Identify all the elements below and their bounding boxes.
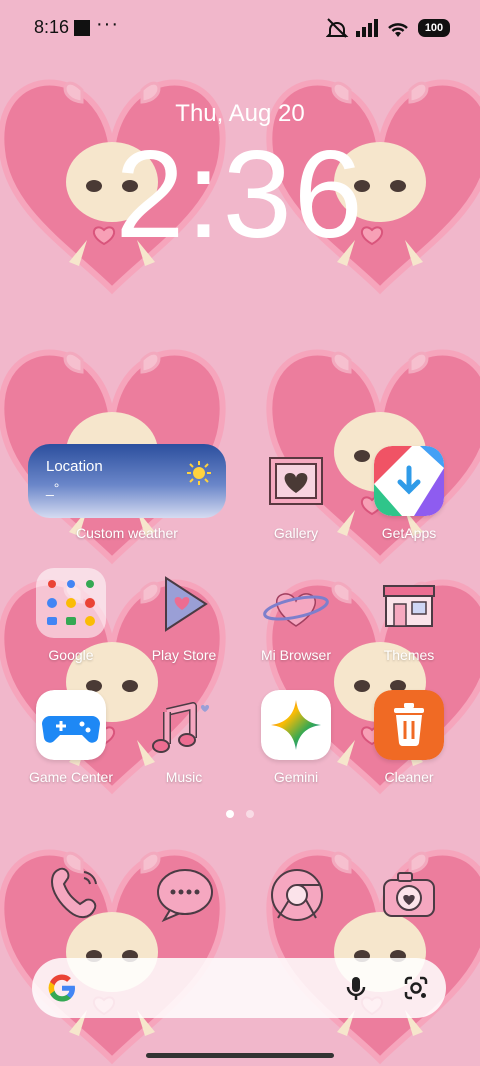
- app-label-getapps: GetApps: [381, 525, 437, 541]
- clock-time[interactable]: 2:36: [0, 130, 480, 260]
- google-search-bar[interactable]: [32, 958, 446, 1018]
- page-indicator[interactable]: [0, 810, 480, 818]
- wifi-icon: [388, 23, 408, 37]
- app-label-cleaner: Cleaner: [384, 769, 434, 785]
- battery-icon: 100: [418, 19, 450, 37]
- music-icon: [152, 702, 210, 753]
- google-logo-icon: [48, 974, 75, 1002]
- google-folder-icon: [36, 568, 106, 638]
- themes-icon: [383, 585, 435, 627]
- page-dot[interactable]: [246, 810, 254, 818]
- getapps-icon: [374, 446, 444, 516]
- cleaner-icon: [374, 690, 444, 760]
- status-overflow: ···: [96, 13, 119, 35]
- clock-date[interactable]: Thu, Aug 20: [0, 100, 480, 128]
- messages-icon[interactable]: [150, 860, 220, 930]
- status-bar: 8:16 ··· 100: [0, 0, 480, 56]
- weather-temperature: _°: [46, 480, 60, 496]
- bell-muted-icon: [326, 18, 349, 38]
- mibrowser-icon: [263, 593, 329, 627]
- gamecenter-icon: [36, 690, 106, 760]
- weather-widget[interactable]: Location _°: [28, 444, 226, 518]
- gallery-icon: [269, 457, 323, 505]
- chrome-icon[interactable]: [262, 860, 332, 930]
- status-time: 8:16: [34, 17, 70, 37]
- weather-widget-label: Custom weather: [76, 525, 178, 541]
- camera-icon[interactable]: [374, 860, 444, 930]
- signal-icon: [356, 19, 378, 37]
- weather-location: Location: [46, 458, 103, 475]
- notification-square-icon: [74, 20, 90, 36]
- mic-icon[interactable]: [342, 974, 370, 1002]
- phone-icon[interactable]: [38, 860, 108, 930]
- gesture-nav-bar[interactable]: [146, 1053, 334, 1058]
- status-icons: [326, 18, 408, 38]
- gemini-icon: [261, 690, 331, 760]
- app-label-themes: Themes: [383, 647, 435, 663]
- sun-icon: [187, 461, 211, 485]
- page-dot-active[interactable]: [226, 810, 234, 818]
- playstore-icon: [165, 576, 208, 632]
- lens-icon[interactable]: [402, 974, 430, 1002]
